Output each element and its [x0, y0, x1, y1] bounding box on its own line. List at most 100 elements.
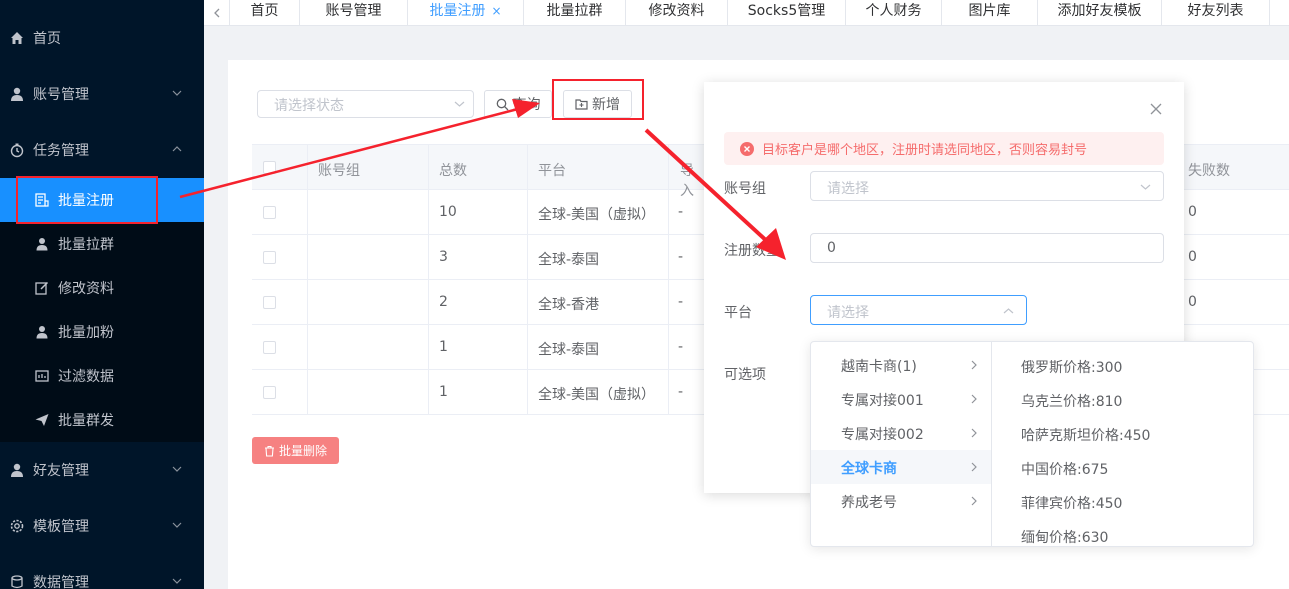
col-header-platform: 平台: [538, 163, 566, 179]
col-header-group: 账号组: [318, 163, 360, 179]
tab-finance[interactable]: 个人财务: [846, 0, 942, 26]
task-table: 账号组 总数 平台 导入 10 全球-美国（虚拟） - 3 全球-泰国 - 2 …: [252, 144, 704, 415]
sidebar-item-batch-group[interactable]: 批量拉群: [0, 222, 204, 266]
tab-gallery[interactable]: 图片库: [942, 0, 1038, 26]
cascader-suboption-philippines[interactable]: 菲律宾价格:450: [1021, 493, 1122, 513]
status-select[interactable]: 请选择状态: [257, 90, 474, 118]
cascader-suboption-russia[interactable]: 俄罗斯价格:300: [1021, 357, 1122, 377]
cascader-suboption-myanmar[interactable]: 缅甸价格:630: [1021, 527, 1108, 546]
table-row[interactable]: 10 全球-美国（虚拟） -: [252, 190, 704, 235]
menu-item-friends[interactable]: 好友管理: [0, 442, 204, 498]
timer-icon: [9, 142, 25, 158]
sidebar-item-edit-profile[interactable]: 修改资料: [0, 266, 204, 310]
cascader-option-dedicated-001[interactable]: 专属对接001: [811, 382, 991, 416]
edit-icon: [34, 280, 50, 296]
batch-delete-button[interactable]: 批量删除: [252, 437, 339, 464]
region-warning-alert: 目标客户是哪个地区，注册时请选同地区，否则容易封号: [724, 132, 1164, 165]
annotation-highlight-add: [552, 79, 644, 120]
menu-item-data[interactable]: 数据管理: [0, 554, 204, 589]
platform-label: 平台: [724, 305, 752, 321]
send-icon: [34, 412, 50, 428]
menu-item-label: 好友管理: [33, 463, 89, 479]
cascader-caret: [840, 334, 854, 341]
select-all-checkbox[interactable]: [263, 161, 276, 174]
menu-item-label: 首页: [33, 31, 61, 47]
tab-home[interactable]: 首页: [230, 0, 300, 26]
tab-batch-register[interactable]: 批量注册 ×: [408, 0, 524, 26]
menu-item-label: 模板管理: [33, 519, 89, 535]
table-row-fail: 0: [1184, 190, 1289, 235]
menu-item-label: 数据管理: [33, 575, 89, 589]
platform-cascader-input[interactable]: 请选择: [810, 295, 1027, 325]
table-row[interactable]: 1 全球-泰国 -: [252, 325, 704, 370]
database-icon: [9, 574, 25, 589]
chevron-down-icon: [172, 466, 182, 472]
tab-socks5[interactable]: Socks5管理: [728, 0, 846, 26]
sidebar-item-label: 批量加粉: [58, 325, 114, 341]
menu-item-home[interactable]: 首页: [0, 10, 204, 66]
search-icon: [496, 98, 509, 111]
tab-batch-group[interactable]: 批量拉群: [524, 0, 626, 26]
table-row-fail: 0: [1184, 280, 1289, 325]
cascader-option-aged-accounts[interactable]: 养成老号: [811, 484, 991, 518]
menu-item-label: 账号管理: [33, 87, 89, 103]
cascader-option-dedicated-002[interactable]: 专属对接002: [811, 416, 991, 450]
row-checkbox[interactable]: [263, 206, 276, 219]
tab-close-icon[interactable]: ×: [491, 4, 501, 18]
tab-account[interactable]: 账号管理: [300, 0, 408, 26]
col-header-fail: 失败数: [1188, 163, 1230, 179]
close-icon[interactable]: [1150, 103, 1162, 115]
row-checkbox[interactable]: [263, 341, 276, 354]
sidebar-item-filter-data[interactable]: 过滤数据: [0, 354, 204, 398]
user-icon: [9, 462, 25, 478]
table-row[interactable]: 2 全球-香港 -: [252, 280, 704, 325]
sidebar-item-batch-send[interactable]: 批量群发: [0, 398, 204, 442]
tab-friend-list[interactable]: 好友列表: [1162, 0, 1270, 26]
user-icon: [34, 324, 50, 340]
menu-item-label: 任务管理: [33, 143, 89, 159]
chevron-up-icon: [172, 146, 182, 152]
count-label: 注册数量: [724, 243, 780, 259]
col-header-total: 总数: [439, 163, 467, 179]
table-row[interactable]: 3 全球-泰国 -: [252, 235, 704, 280]
sidebar-item-label: 批量群发: [58, 413, 114, 429]
row-checkbox[interactable]: [263, 386, 276, 399]
annotation-highlight-sidebar: [16, 176, 158, 224]
tab-friend-template[interactable]: 添加好友模板: [1038, 0, 1162, 26]
sidebar-item-label: 批量拉群: [58, 237, 114, 253]
chevron-right-icon: [971, 360, 977, 370]
chevron-left-icon: [213, 8, 219, 18]
menu-item-account[interactable]: 账号管理: [0, 66, 204, 122]
chevron-down-icon: [454, 101, 465, 107]
query-button[interactable]: 查询: [484, 90, 552, 118]
chevron-up-icon: [1003, 308, 1014, 314]
user-icon: [9, 86, 25, 102]
group-label: 账号组: [724, 181, 766, 197]
cascader-suboption-china[interactable]: 中国价格:675: [1021, 459, 1108, 479]
table-row-fail: 0: [1184, 235, 1289, 280]
menu-item-task[interactable]: 任务管理: [0, 122, 204, 178]
chevron-right-icon: [971, 496, 977, 506]
tab-scroll-left-button[interactable]: [204, 0, 230, 26]
sidebar: 首页 账号管理 任务管理 批量注册 批量拉群 修改资料 批量加粉 过滤数据 批量…: [0, 0, 204, 589]
table-row[interactable]: 1 全球-美国（虚拟） -: [252, 370, 704, 415]
home-icon: [9, 30, 25, 46]
row-checkbox[interactable]: [263, 251, 276, 264]
user-icon: [34, 236, 50, 252]
trash-icon: [264, 445, 275, 457]
filter-icon: [34, 368, 50, 384]
sidebar-item-batch-follow[interactable]: 批量加粉: [0, 310, 204, 354]
error-circle-icon: [740, 141, 754, 156]
cascader-option-global[interactable]: 全球卡商: [811, 450, 991, 484]
register-count-input[interactable]: 0: [810, 233, 1164, 263]
cascader-option-vietnam[interactable]: 越南卡商(1): [811, 348, 991, 382]
row-checkbox[interactable]: [263, 296, 276, 309]
group-select[interactable]: 请选择: [810, 171, 1164, 201]
chevron-down-icon: [1140, 184, 1151, 190]
cascader-suboption-ukraine[interactable]: 乌克兰价格:810: [1021, 391, 1122, 411]
sidebar-item-label: 修改资料: [58, 281, 114, 297]
tab-edit-profile[interactable]: 修改资料: [626, 0, 728, 26]
chevron-down-icon: [172, 522, 182, 528]
cascader-suboption-kazakhstan[interactable]: 哈萨克斯坦价格:450: [1021, 425, 1150, 445]
menu-item-templates[interactable]: 模板管理: [0, 498, 204, 554]
